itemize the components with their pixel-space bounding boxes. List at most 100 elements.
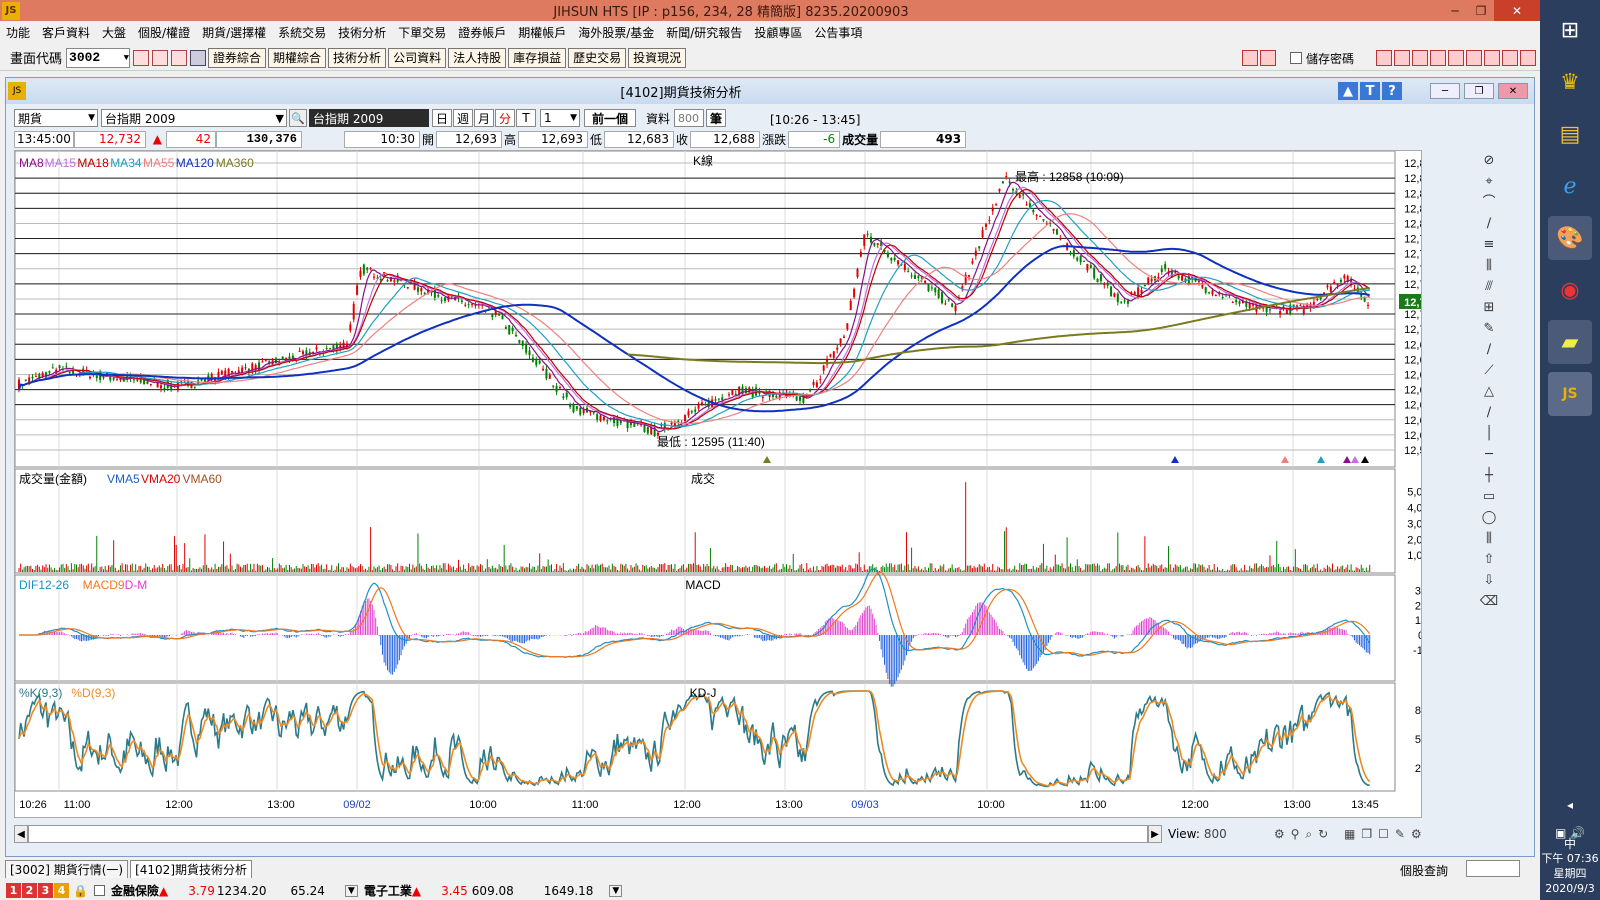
tray-icons[interactable]: ◂ ▣ 🔊	[1540, 798, 1600, 840]
chart-area[interactable]: 12,870 12,855 12,840 12,825 12,810 12,795 12,7…	[14, 150, 1422, 818]
drawing-tool-18-icon[interactable]: ⫼	[1479, 529, 1499, 549]
ie-browser-icon[interactable]: ℯ	[1548, 164, 1592, 208]
drawing-tool-8-icon[interactable]: ✎	[1479, 319, 1499, 339]
minimize-button[interactable]: ─	[1442, 0, 1468, 21]
drawing-tool-2-icon[interactable]: ⌒	[1479, 193, 1499, 213]
menu-item-8[interactable]: 證券帳戶	[452, 24, 512, 41]
tool-icon-9[interactable]	[1520, 50, 1536, 66]
menu-item-3[interactable]: 個股/權證	[132, 24, 196, 41]
prev-arrow-icon[interactable]	[1241, 50, 1258, 66]
screen-code-input[interactable]: 3002 ▼	[66, 47, 131, 68]
menu-item-11[interactable]: 新聞/研究報告	[660, 24, 748, 41]
tool-icon-8[interactable]	[1502, 50, 1518, 66]
sub-close-button[interactable]: ✕	[1498, 83, 1528, 99]
drawing-tool-21-icon[interactable]: ⌫	[1479, 592, 1499, 612]
tool-icon-5[interactable]	[1448, 50, 1464, 66]
scroll-right-button[interactable]: ▶	[1148, 825, 1162, 843]
status-num-4[interactable]: 4	[54, 883, 69, 898]
market-type-select[interactable]: 期貨 ▼	[14, 109, 98, 127]
bottom-tool-icons[interactable]: ⚙⚲⌕↻ ▦❐☐✎⚙	[1274, 827, 1428, 842]
toolbar-button-5[interactable]: 庫存損益	[508, 47, 567, 68]
drawing-tool-9-icon[interactable]: ∕	[1479, 340, 1499, 360]
system-clock[interactable]: 下午 07:36 星期四 2020/9/3	[1540, 851, 1600, 896]
menu-item-2[interactable]: 大盤	[96, 24, 132, 41]
tool-icon-6[interactable]	[1466, 50, 1482, 66]
timeframe-button-0[interactable]: 日	[432, 109, 452, 127]
menu-item-6[interactable]: 技術分析	[332, 24, 392, 41]
sector1-dropdown-icon[interactable]: ▼	[344, 884, 358, 897]
jihsun-app-icon[interactable]: JS	[1548, 372, 1592, 416]
sector2-dropdown-icon[interactable]: ▼	[609, 884, 623, 897]
interval-select[interactable]: 1 ▼	[540, 109, 580, 127]
toolbar-button-6[interactable]: 歷史交易	[568, 47, 627, 68]
tab-futures-quote[interactable]: [3002] 期貨行情(一)	[5, 860, 129, 878]
drawing-tool-13-icon[interactable]: │	[1479, 424, 1499, 444]
toolbar-button-4[interactable]: 法人持股	[448, 47, 507, 68]
sub-minimize-button[interactable]: ─	[1430, 83, 1460, 99]
menu-item-10[interactable]: 海外股票/基金	[572, 24, 660, 41]
text-button[interactable]: T	[1360, 82, 1380, 100]
drawing-tool-16-icon[interactable]: ▭	[1479, 487, 1499, 507]
status-checkbox[interactable]	[93, 885, 105, 896]
print-icon[interactable]	[171, 49, 188, 66]
search-icon[interactable]	[133, 49, 150, 66]
chart-scrollbar[interactable]	[28, 825, 1148, 843]
next-arrow-icon[interactable]	[1259, 50, 1276, 66]
drawing-tool-15-icon[interactable]: ┼	[1479, 466, 1499, 486]
menu-item-5[interactable]: 系統交易	[272, 24, 332, 41]
timeframe-button-4[interactable]: T	[516, 109, 536, 127]
save-password-checkbox[interactable]	[1289, 52, 1302, 64]
toolbar-button-0[interactable]: 證券綜合	[208, 47, 267, 68]
ime-indicator[interactable]: 中	[1540, 835, 1600, 852]
notes-app-icon[interactable]: ▰	[1548, 320, 1592, 364]
restore-button[interactable]: ❐	[1468, 0, 1494, 21]
tool-icon-1[interactable]	[1376, 50, 1392, 66]
data-count-input[interactable]: 800	[674, 109, 705, 127]
menu-item-4[interactable]: 期貨/選擇權	[196, 24, 272, 41]
stock-lookup-input[interactable]	[1466, 860, 1520, 877]
dropdown-icon[interactable]	[190, 49, 207, 66]
drawing-tool-10-icon[interactable]: ⟋	[1479, 361, 1499, 381]
file-explorer-icon[interactable]: ▤	[1548, 112, 1592, 156]
toolbar-button-2[interactable]: 技術分析	[328, 47, 387, 68]
timeframe-button-3[interactable]: 分	[495, 109, 515, 127]
drawing-tool-19-icon[interactable]: ⇧	[1479, 550, 1499, 570]
product-search-icon[interactable]: 🔍	[289, 109, 307, 127]
menu-item-13[interactable]: 公告事項	[808, 24, 868, 41]
drawing-tool-17-icon[interactable]: ◯	[1479, 508, 1499, 528]
dropdown-arrow-icon[interactable]: ▼	[124, 53, 129, 63]
scroll-left-button[interactable]: ◀	[14, 825, 28, 843]
menu-item-12[interactable]: 投顧專區	[748, 24, 808, 41]
tool-icon-3[interactable]	[1412, 50, 1428, 66]
drawing-tool-14-icon[interactable]: ─	[1479, 445, 1499, 465]
start-windows-icon[interactable]: ⊞	[1548, 8, 1592, 52]
product-select[interactable]: 台指期 2009 ▼	[101, 109, 287, 127]
tool-icon-4[interactable]	[1430, 50, 1446, 66]
menu-item-9[interactable]: 期權帳戶	[512, 24, 572, 41]
drawing-tool-1-icon[interactable]: ⌖	[1479, 172, 1499, 192]
menu-item-0[interactable]: 功能	[0, 24, 36, 41]
paint-app-icon[interactable]: 🎨	[1548, 216, 1592, 260]
menu-item-1[interactable]: 客戶資料	[36, 24, 96, 41]
chart-svg[interactable]: 12,870 12,855 12,840 12,825 12,810 12,795 12,7…	[15, 151, 1421, 817]
drawing-tool-5-icon[interactable]: ⫼	[1479, 256, 1499, 276]
close-button[interactable]: ✕	[1494, 0, 1540, 21]
timeframe-button-2[interactable]: 月	[474, 109, 494, 127]
tool-icon-2[interactable]	[1394, 50, 1410, 66]
drawing-tool-3-icon[interactable]: ∕	[1479, 214, 1499, 234]
tool-icon-7[interactable]	[1484, 50, 1500, 66]
drawing-tool-0-icon[interactable]: ⊘	[1479, 151, 1499, 171]
toolbar-button-3[interactable]: 公司資料	[388, 47, 447, 68]
drawing-tool-6-icon[interactable]: ⫻	[1479, 277, 1499, 297]
crown-app-icon[interactable]: ♛	[1548, 60, 1592, 104]
menu-item-7[interactable]: 下單交易	[392, 24, 452, 41]
help-button[interactable]: ?	[1382, 82, 1402, 100]
drawing-tool-12-icon[interactable]: ∕	[1479, 403, 1499, 423]
sub-restore-button[interactable]: ❐	[1464, 83, 1494, 99]
drawing-tool-4-icon[interactable]: ≡	[1479, 235, 1499, 255]
status-num-2[interactable]: 2	[22, 883, 37, 898]
status-num-3[interactable]: 3	[38, 883, 53, 898]
prev-item-button[interactable]: 前一個	[584, 109, 636, 127]
drawing-tool-7-icon[interactable]: ⊞	[1479, 298, 1499, 318]
folder-icon[interactable]	[152, 49, 169, 66]
